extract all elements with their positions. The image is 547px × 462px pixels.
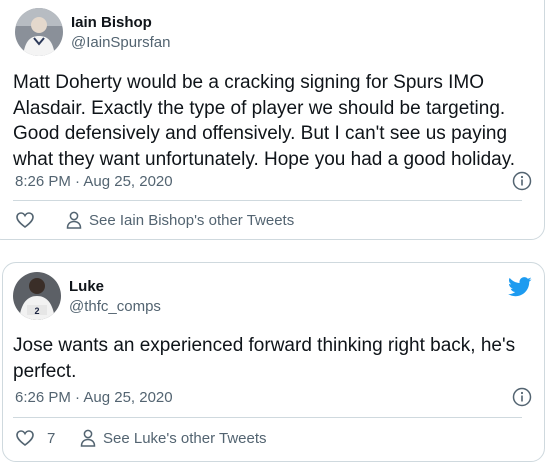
tweet-text-line: perfect. [13, 360, 77, 382]
heart-icon [16, 430, 34, 447]
avatar-photo-icon [15, 8, 63, 56]
tweet-card[interactable]: Iain Bishop @IainSpursfan Matt Doherty w… [0, 0, 545, 240]
info-icon[interactable] [512, 387, 532, 407]
divider [13, 417, 522, 418]
tweet-text-line: Alasdair. Exactly the type of player we … [13, 97, 506, 119]
tweet-text-line: Good defensively and offensively. But I … [13, 123, 508, 144]
see-other-tweets-label: See Luke's other Tweets [103, 429, 267, 447]
like-button[interactable]: 7 [15, 428, 55, 448]
tweet-card[interactable]: 2 Luke @thfc_comps Jose wants an experie… [2, 262, 545, 462]
like-button[interactable] [15, 210, 35, 230]
author-name[interactable]: Iain Bishop [71, 14, 152, 31]
see-other-tweets-label: See Iain Bishop's other Tweets [89, 211, 295, 229]
like-count: 7 [47, 429, 56, 447]
person-icon [66, 211, 82, 229]
divider [13, 200, 522, 201]
avatar-photo-icon: 2 [13, 272, 61, 320]
person-icon [80, 429, 96, 447]
tweet-text-line: what they want unfortunately. Hope you h… [13, 148, 516, 170]
info-icon[interactable] [512, 171, 532, 191]
tweet-text-line: Matt Doherty would be a cracking signing… [13, 72, 484, 93]
see-other-tweets-link[interactable]: See Iain Bishop's other Tweets [65, 210, 294, 230]
twitter-bird-icon[interactable] [508, 277, 532, 297]
avatar[interactable] [15, 8, 63, 56]
author-handle[interactable]: @IainSpursfan [71, 34, 170, 51]
see-other-tweets-link[interactable]: See Luke's other Tweets [79, 428, 267, 448]
author-handle[interactable]: @thfc_comps [69, 298, 161, 315]
avatar[interactable]: 2 [13, 272, 61, 320]
tweet-text-line: Jose wants an experienced forward thinki… [13, 335, 516, 356]
author-name[interactable]: Luke [69, 278, 104, 295]
tweet-timestamp[interactable]: 8:26 PM · Aug 25, 2020 [15, 173, 173, 190]
tweet-timestamp[interactable]: 6:26 PM · Aug 25, 2020 [15, 389, 173, 406]
svg-text:2: 2 [34, 306, 39, 316]
heart-icon [16, 212, 34, 229]
